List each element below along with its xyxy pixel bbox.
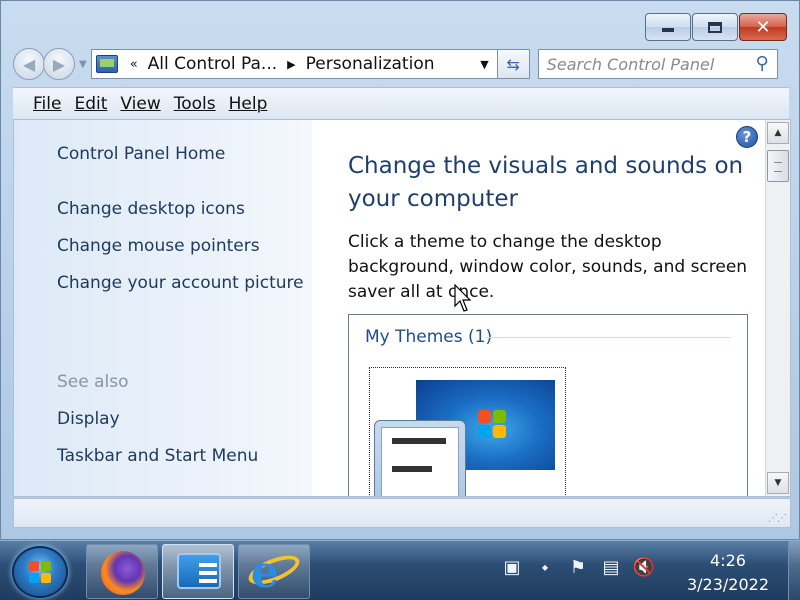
themes-list: My Themes (1) xyxy=(348,314,748,496)
help-icon[interactable]: ? xyxy=(736,126,758,148)
refresh-button[interactable]: ⇆ xyxy=(497,49,530,79)
breadcrumb-chevron-icon[interactable]: ▶ xyxy=(287,58,295,71)
start-button[interactable] xyxy=(12,546,68,598)
task-pane: Control Panel Home Change desktop icons … xyxy=(14,120,312,496)
page-title: Change the visuals and sounds on your co… xyxy=(348,153,744,212)
document-tray-icon[interactable]: ▣ xyxy=(500,555,524,579)
minimize-icon xyxy=(662,28,674,32)
control-panel-icon xyxy=(177,553,221,589)
maximize-icon xyxy=(708,21,722,33)
show-desktop-button[interactable] xyxy=(788,541,800,600)
action-center-flag-icon[interactable]: ⚑ xyxy=(566,555,590,579)
back-arrow-icon: ◀ xyxy=(22,54,36,74)
back-button[interactable]: ◀ xyxy=(13,48,45,80)
menu-file[interactable]: File xyxy=(33,94,61,114)
menu-help[interactable]: Help xyxy=(229,94,268,114)
forward-arrow-icon: ▶ xyxy=(52,54,66,74)
windows-logo-icon xyxy=(478,410,508,440)
taskbar-control-panel[interactable] xyxy=(162,544,234,599)
clock-time: 4:26 xyxy=(710,551,746,570)
clock-date: 3/23/2022 xyxy=(686,575,770,594)
close-icon: ✕ xyxy=(755,16,771,38)
change-account-picture-link[interactable]: Change your account picture xyxy=(57,273,304,293)
mouse-cursor-icon xyxy=(454,284,472,312)
main-pane: Change the visuals and sounds on your co… xyxy=(312,120,765,496)
internet-explorer-icon: e xyxy=(251,547,279,598)
taskbar: e ▣ ⬩ ⚑ ▤ 🔇 4:26 3/23/2022 xyxy=(0,540,800,600)
menu-edit[interactable]: Edit xyxy=(74,94,107,114)
safely-remove-hardware-icon[interactable]: ⬩ xyxy=(533,555,557,579)
caption-buttons: ✕ xyxy=(644,13,787,41)
resize-grip-icon[interactable]: ⋰⋰ xyxy=(768,513,787,524)
personalization-window: ✕ ◀ ▶ ▼ « All Control Pa... ▶ Personaliz… xyxy=(0,0,800,540)
search-input[interactable]: Search Control Panel ⚲ xyxy=(537,49,778,79)
menu-tools[interactable]: Tools xyxy=(174,94,216,114)
search-placeholder: Search Control Panel xyxy=(546,54,715,74)
firefox-icon xyxy=(101,551,145,595)
taskbar-firefox[interactable] xyxy=(86,544,158,599)
forward-button[interactable]: ▶ xyxy=(43,48,75,80)
close-button[interactable]: ✕ xyxy=(739,13,787,41)
address-bar[interactable]: « All Control Pa... ▶ Personalization ▼ xyxy=(90,49,498,79)
minimize-button[interactable] xyxy=(645,13,691,41)
address-dropdown-icon[interactable]: ▼ xyxy=(480,58,488,71)
scroll-thumb[interactable] xyxy=(767,150,789,182)
see-also-label: See also xyxy=(57,372,129,392)
status-bar: ⋰⋰ xyxy=(13,498,791,528)
vertical-scrollbar[interactable]: ▲ ▼ xyxy=(765,120,790,496)
my-themes-group-label: My Themes (1) xyxy=(365,327,493,347)
group-divider xyxy=(485,337,731,338)
taskbar-internet-explorer[interactable]: e xyxy=(238,544,310,599)
maximize-button[interactable] xyxy=(692,13,738,41)
refresh-icon: ⇆ xyxy=(506,54,520,74)
navigation-bar: ◀ ▶ ▼ « All Control Pa... ▶ Personalizat… xyxy=(13,47,789,81)
change-mouse-pointers-link[interactable]: Change mouse pointers xyxy=(57,236,260,256)
control-panel-home-link[interactable]: Control Panel Home xyxy=(57,144,225,164)
taskbar-start-menu-link[interactable]: Taskbar and Start Menu xyxy=(57,446,258,466)
content-area: Control Panel Home Change desktop icons … xyxy=(13,119,791,497)
notification-area: ▣ ⬩ ⚑ ▤ 🔇 xyxy=(500,555,665,579)
theme-thumbnail[interactable] xyxy=(369,367,566,496)
breadcrumb-personalization[interactable]: Personalization xyxy=(306,54,435,74)
network-icon[interactable]: ▤ xyxy=(599,555,623,579)
control-panel-icon xyxy=(95,55,118,73)
search-icon[interactable]: ⚲ xyxy=(756,53,769,74)
windows-flag-icon xyxy=(29,561,53,585)
menu-view[interactable]: View xyxy=(120,94,160,114)
address-overflow[interactable]: « xyxy=(130,57,138,72)
breadcrumb-all-control-panel[interactable]: All Control Pa... xyxy=(148,54,277,74)
scroll-down-button[interactable]: ▼ xyxy=(767,472,789,494)
display-link[interactable]: Display xyxy=(57,409,120,429)
scroll-up-button[interactable]: ▲ xyxy=(767,122,789,144)
change-desktop-icons-link[interactable]: Change desktop icons xyxy=(57,199,245,219)
page-description: Click a theme to change the desktop back… xyxy=(348,232,748,302)
recent-pages-dropdown-icon[interactable]: ▼ xyxy=(79,59,87,70)
clock[interactable]: 4:26 3/23/2022 xyxy=(678,549,778,597)
menu-bar: File Edit View Tools Help xyxy=(13,87,789,119)
volume-muted-icon[interactable]: 🔇 xyxy=(632,555,656,579)
theme-window-preview xyxy=(374,420,466,496)
